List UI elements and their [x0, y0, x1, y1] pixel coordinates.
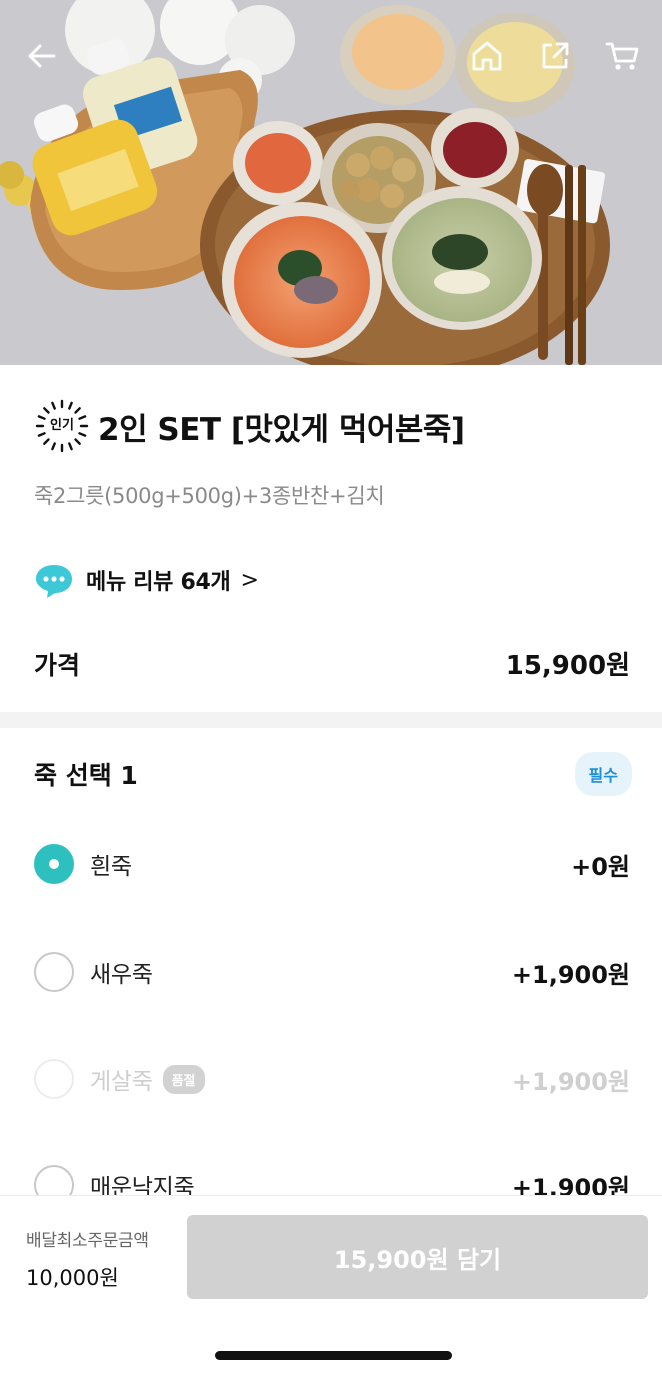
- option-label: 흰죽: [90, 854, 132, 880]
- option-plain-porridge[interactable]: 흰죽 +0원: [34, 842, 630, 886]
- option-price: +1,900원: [511, 960, 630, 989]
- home-indicator[interactable]: [215, 1351, 452, 1360]
- radio-button[interactable]: [34, 952, 74, 992]
- sold-out-badge: 품절: [162, 1064, 205, 1094]
- popular-badge-label: 인기: [50, 418, 74, 433]
- option-crab-porridge: 게살죽 품절 +1,900원: [34, 1057, 630, 1101]
- section-divider: [0, 712, 662, 728]
- menu-review-link[interactable]: 메뉴 리뷰 64개 >: [34, 560, 259, 600]
- arrow-left-icon: [28, 44, 56, 68]
- required-badge: 필수: [574, 752, 632, 796]
- option-price: +1,900원: [511, 1067, 630, 1096]
- radio-button-selected[interactable]: [34, 844, 74, 884]
- home-button[interactable]: [465, 34, 509, 78]
- option-group-title: 죽 선택 1: [34, 761, 138, 790]
- option-label: 게살죽: [90, 1069, 153, 1095]
- price-value: 15,900원: [505, 651, 630, 681]
- share-button[interactable]: [533, 34, 577, 78]
- chat-bubble-icon: [36, 565, 72, 598]
- back-button[interactable]: [20, 34, 64, 78]
- product-image: [0, 0, 662, 365]
- option-label: 새우죽: [90, 962, 153, 988]
- bottom-order-bar: 배달최소주문금액 10,000원 15,900원 담기: [0, 1195, 662, 1374]
- review-count-label: 메뉴 리뷰 64개: [86, 570, 231, 595]
- option-price: +0원: [571, 852, 630, 881]
- product-description: 죽2그릇(500g+500g)+3종반찬+김치: [34, 484, 385, 508]
- cart-button[interactable]: [601, 34, 645, 78]
- product-title: 2인 SET [맛있게 먹어본죽]: [98, 411, 465, 448]
- option-group-header: 죽 선택 1 필수: [34, 752, 632, 796]
- min-order-label: 배달최소주문금액: [26, 1231, 149, 1251]
- chevron-right-icon: >: [240, 567, 259, 593]
- option-shrimp-porridge[interactable]: 새우죽 +1,900원: [34, 950, 630, 994]
- cart-icon: [605, 42, 639, 70]
- price-label: 가격: [34, 650, 81, 680]
- add-to-cart-button[interactable]: 15,900원 담기: [187, 1215, 648, 1299]
- home-icon: [472, 41, 502, 71]
- radio-button-disabled: [34, 1059, 74, 1099]
- popular-badge: 인기: [34, 398, 90, 454]
- product-title-row: 인기 2인 SET [맛있게 먹어본죽]: [34, 398, 465, 454]
- min-order-value: 10,000원: [26, 1266, 119, 1290]
- price-row: 가격 15,900원: [34, 645, 630, 682]
- share-icon: [542, 42, 569, 69]
